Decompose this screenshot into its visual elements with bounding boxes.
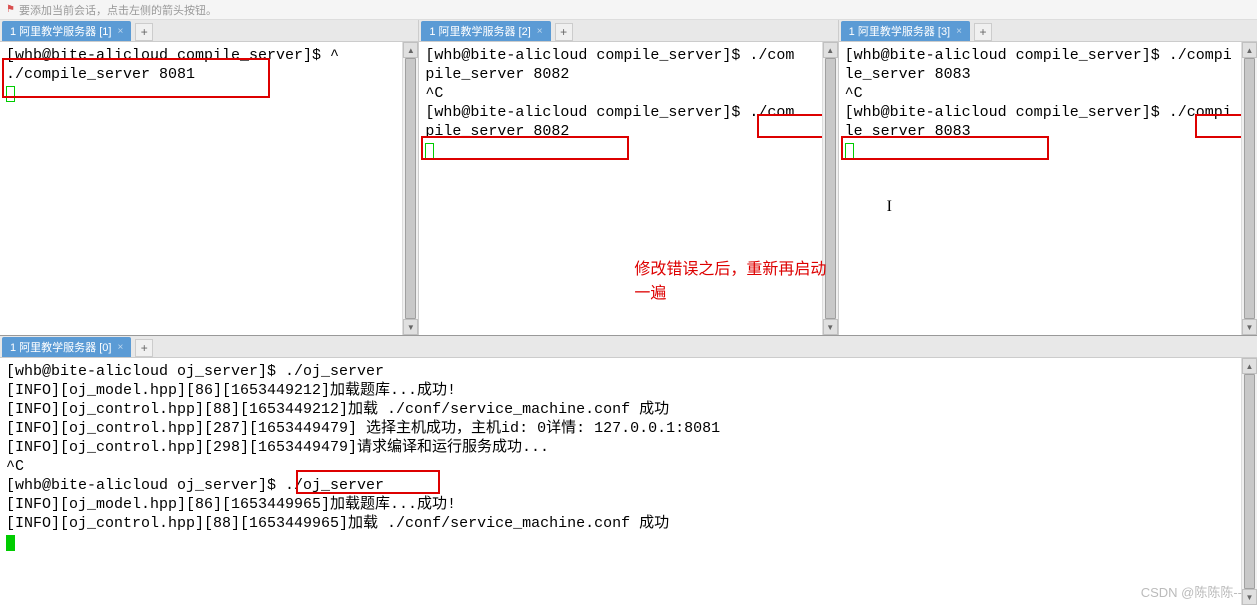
add-tab-button[interactable]: + bbox=[135, 339, 153, 357]
tab-bar-2: 1 阿里教学服务器 [2] × + bbox=[419, 20, 837, 42]
tab-server-3[interactable]: 1 阿里教学服务器 [3] × bbox=[841, 21, 970, 41]
scroll-up-icon[interactable]: ▲ bbox=[1242, 358, 1257, 374]
scroll-down-icon[interactable]: ▼ bbox=[1242, 319, 1257, 335]
scrollbar[interactable]: ▲ ▼ bbox=[1241, 358, 1257, 605]
tab-server-2[interactable]: 1 阿里教学服务器 [2] × bbox=[421, 21, 550, 41]
add-tab-button[interactable]: + bbox=[135, 23, 153, 41]
scrollbar[interactable]: ▲ ▼ bbox=[402, 42, 418, 335]
terminal-pane-1: 1 阿里教学服务器 [1] × + [whb@bite-alicloud com… bbox=[0, 20, 419, 335]
hint-bar: ⚑ 要添加当前会话，点击左侧的箭头按钮。 bbox=[0, 0, 1257, 20]
add-tab-button[interactable]: + bbox=[555, 23, 573, 41]
scroll-down-icon[interactable]: ▼ bbox=[403, 319, 418, 335]
scroll-thumb[interactable] bbox=[1244, 374, 1255, 589]
scroll-thumb[interactable] bbox=[1244, 58, 1255, 319]
scroll-down-icon[interactable]: ▼ bbox=[1242, 589, 1257, 605]
scrollbar[interactable]: ▲ ▼ bbox=[1241, 42, 1257, 335]
add-tab-button[interactable]: + bbox=[974, 23, 992, 41]
close-icon[interactable]: × bbox=[117, 342, 123, 353]
tab-label: 1 阿里教学服务器 [2] bbox=[429, 23, 530, 39]
tab-bar-bottom: 1 阿里教学服务器 [0] × + bbox=[0, 336, 1257, 358]
scroll-down-icon[interactable]: ▼ bbox=[823, 319, 838, 335]
tab-label: 1 阿里教学服务器 [3] bbox=[849, 23, 950, 39]
tab-bar-3: 1 阿里教学服务器 [3] × + bbox=[839, 20, 1257, 42]
watermark: CSDN @陈陈陈-- bbox=[1141, 582, 1242, 601]
tab-server-1[interactable]: 1 阿里教学服务器 [1] × bbox=[2, 21, 131, 41]
cursor-icon bbox=[845, 143, 854, 159]
terminal-pane-2: 1 阿里教学服务器 [2] × + [whb@bite-alicloud com… bbox=[419, 20, 838, 335]
tab-label: 1 阿里教学服务器 [1] bbox=[10, 23, 111, 39]
tab-label: 1 阿里教学服务器 [0] bbox=[10, 339, 111, 355]
terminal-output-bottom[interactable]: [whb@bite-alicloud oj_server]$ ./oj_serv… bbox=[0, 358, 1257, 605]
terminal-pane-bottom: 1 阿里教学服务器 [0] × + [whb@bite-alicloud oj_… bbox=[0, 335, 1257, 605]
hint-text: 要添加当前会话，点击左侧的箭头按钮。 bbox=[19, 2, 217, 18]
close-icon[interactable]: × bbox=[117, 26, 123, 37]
flag-icon: ⚑ bbox=[6, 4, 15, 15]
tab-server-0[interactable]: 1 阿里教学服务器 [0] × bbox=[2, 337, 131, 357]
terminal-output-1[interactable]: [whb@bite-alicloud compile_server]$ ^ ./… bbox=[0, 42, 418, 335]
scroll-up-icon[interactable]: ▲ bbox=[823, 42, 838, 58]
terminal-pane-3: 1 阿里教学服务器 [3] × + [whb@bite-alicloud com… bbox=[839, 20, 1257, 335]
close-icon[interactable]: × bbox=[537, 26, 543, 37]
cursor-icon bbox=[425, 143, 434, 159]
tab-bar-1: 1 阿里教学服务器 [1] × + bbox=[0, 20, 418, 42]
cursor-icon bbox=[6, 86, 15, 102]
annotation-text: 修改错误之后，重新再启动一遍 bbox=[634, 255, 837, 303]
text-cursor-icon: I bbox=[887, 198, 892, 216]
close-icon[interactable]: × bbox=[956, 26, 962, 37]
terminal-output-3[interactable]: [whb@bite-alicloud compile_server]$ ./co… bbox=[839, 42, 1257, 335]
cursor-icon bbox=[6, 535, 15, 551]
scroll-up-icon[interactable]: ▲ bbox=[403, 42, 418, 58]
scroll-thumb[interactable] bbox=[405, 58, 416, 319]
top-panes: 1 阿里教学服务器 [1] × + [whb@bite-alicloud com… bbox=[0, 20, 1257, 335]
scroll-up-icon[interactable]: ▲ bbox=[1242, 42, 1257, 58]
